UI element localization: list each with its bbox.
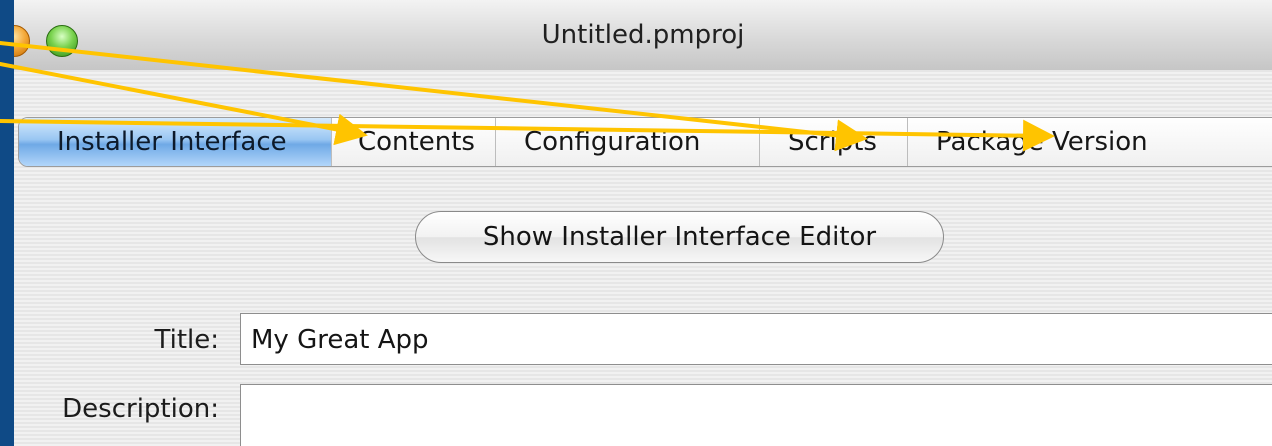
title-bar[interactable]: Untitled.pmproj — [14, 0, 1272, 70]
tab-configuration[interactable]: Configuration — [496, 118, 760, 166]
description-field[interactable] — [240, 384, 1272, 446]
tab-bar: Installer Interface Contents Configurati… — [18, 117, 1272, 167]
show-installer-interface-editor-button[interactable]: Show Installer Interface Editor — [415, 211, 944, 263]
window-title: Untitled.pmproj — [541, 20, 745, 50]
description-label: Description: — [62, 394, 219, 424]
tab-installer-interface[interactable]: Installer Interface — [19, 118, 332, 166]
tab-package-version[interactable]: Package Version — [908, 118, 1272, 166]
title-field[interactable]: My Great App — [240, 313, 1272, 365]
tab-contents[interactable]: Contents — [332, 118, 496, 166]
pmproj-window: Untitled.pmproj Installer Interface Cont… — [14, 0, 1272, 446]
title-label: Title: — [154, 325, 219, 355]
tab-scripts[interactable]: Scripts — [760, 118, 908, 166]
